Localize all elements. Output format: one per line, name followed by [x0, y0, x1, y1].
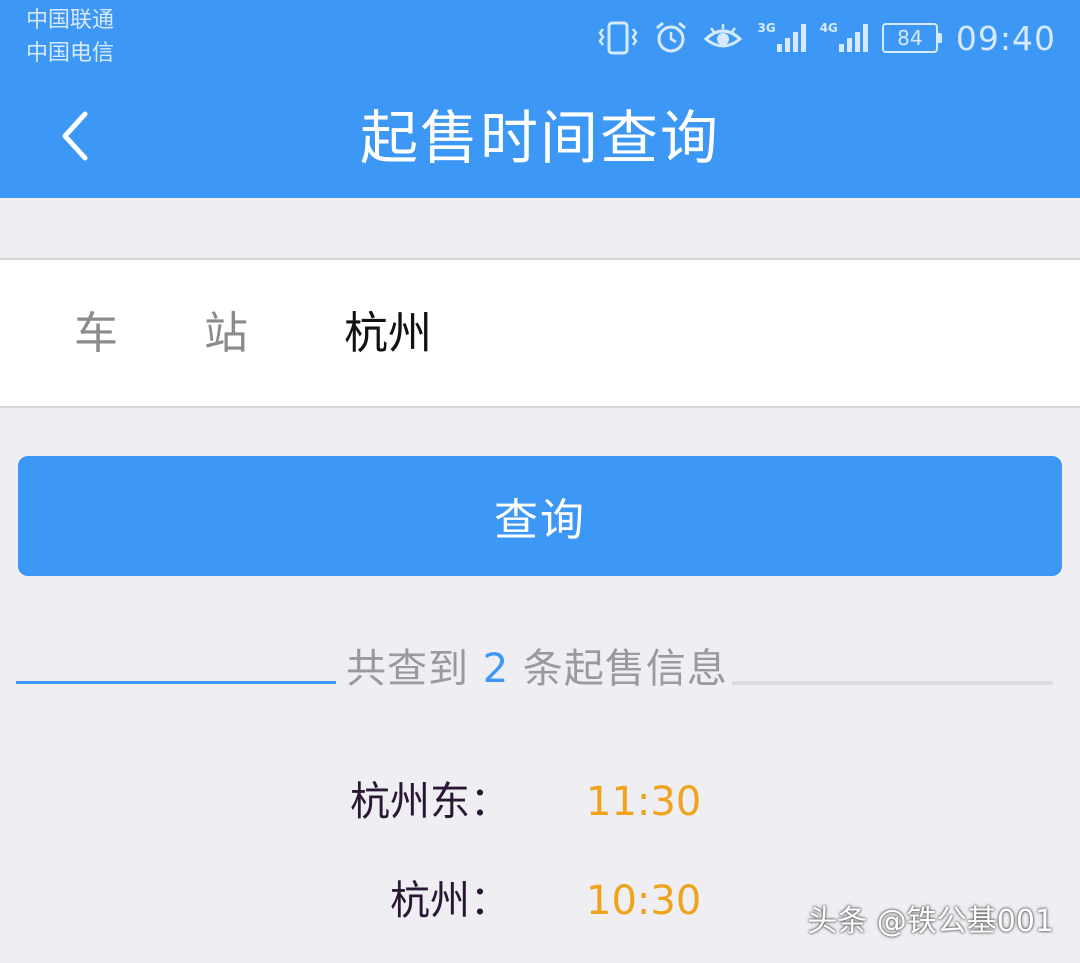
result-sale-time: 11:30 — [586, 779, 702, 825]
status-icons: 3G 4G 84 09:40 — [597, 14, 1056, 62]
result-row: 杭州东： 11:30 — [0, 772, 1080, 832]
watermark: 头条 @铁公基001 — [807, 904, 1054, 939]
result-station: 杭州东： — [350, 779, 510, 825]
signal-icon-2: 4G — [820, 21, 868, 52]
vibrate-icon — [597, 20, 639, 56]
station-input[interactable]: 杭州 — [344, 308, 432, 360]
query-button[interactable]: 查询 — [18, 456, 1062, 576]
carrier-name-1: 中国联通 — [26, 8, 115, 33]
result-station: 杭州： — [390, 878, 510, 924]
result-count: 2 — [482, 646, 510, 692]
station-field-row[interactable]: 车站 杭州 — [0, 258, 1080, 408]
result-sale-time: 10:30 — [586, 878, 702, 924]
station-label: 车站 — [74, 308, 334, 359]
app-header: 中国联通 中国电信 3G 4G 84 09:40 起售时间查询 — [0, 0, 1080, 198]
page-title: 起售时间查询 — [359, 104, 720, 172]
result-summary: 共查到 2 条起售信息 — [346, 644, 728, 694]
clock: 09:40 — [955, 18, 1056, 58]
result-summary-prefix: 共查到 — [346, 646, 469, 692]
divider-line-left — [16, 681, 336, 684]
carrier-name-2: 中国电信 — [26, 41, 115, 66]
alarm-icon — [653, 20, 689, 56]
battery-icon: 84 — [881, 23, 942, 53]
result-summary-suffix: 条起售信息 — [522, 646, 728, 692]
battery-level: 84 — [881, 23, 938, 53]
signal-icon: 3G — [757, 21, 806, 52]
divider-line-right — [732, 681, 1053, 685]
eye-icon — [703, 20, 743, 56]
